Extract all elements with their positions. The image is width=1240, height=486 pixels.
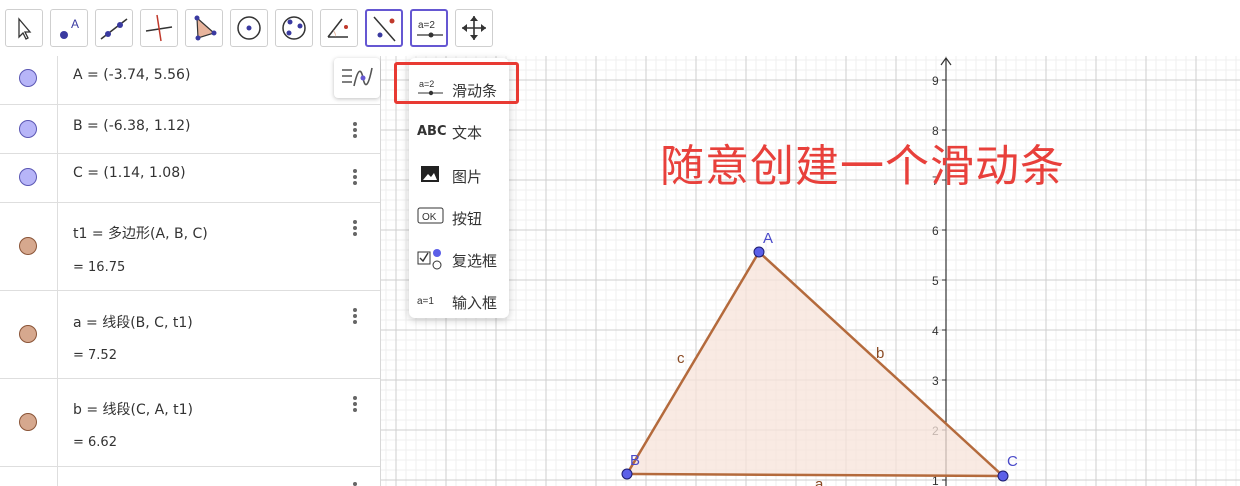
circle-center-point-tool[interactable] <box>230 9 268 47</box>
line-tool[interactable] <box>95 9 133 47</box>
algebra-text: A = (-3.74, 5.56) <box>73 67 191 83</box>
point-c <box>997 470 1009 482</box>
row-marker <box>0 379 58 466</box>
cursor-arrow-icon <box>18 17 32 40</box>
angle-tool[interactable] <box>320 9 358 47</box>
row-marker <box>0 467 58 486</box>
visibility-toggle-a[interactable] <box>19 69 37 87</box>
algebra-row-point-c[interactable]: C = (1.14, 1.08) <box>0 154 380 203</box>
reflect-icon <box>373 16 396 42</box>
input-box-icon: a=1 <box>417 296 434 307</box>
row-marker <box>0 105 58 153</box>
segment-label-b: b <box>876 345 884 362</box>
algebra-row-polygon-t1[interactable]: t1 = 多边形(A, B, C) = 16.75 <box>0 203 380 291</box>
angle-icon <box>327 18 348 38</box>
point-tool[interactable]: A <box>50 9 88 47</box>
row-marker <box>0 56 58 104</box>
menu-item-label: 输入框 <box>452 294 498 312</box>
menu-item-image[interactable]: 图片 <box>409 154 509 194</box>
toolbar: A a=2 <box>0 0 1240 57</box>
svg-text:OK: OK <box>422 212 437 223</box>
text-abc-icon: ABC <box>417 124 447 139</box>
svg-text:A: A <box>71 17 79 31</box>
svg-text:a=2: a=2 <box>418 20 435 31</box>
more-options-icon[interactable] <box>349 121 361 139</box>
algebra-row-point-a[interactable]: A = (-3.74, 5.56) <box>0 56 380 105</box>
menu-item-button[interactable]: OK 按钮 <box>409 196 509 236</box>
visibility-toggle-segment-a[interactable] <box>19 325 37 343</box>
point-icon: A <box>60 17 79 39</box>
polygon-tool[interactable] <box>185 9 223 47</box>
graphing-icon <box>342 67 373 87</box>
more-options-icon[interactable] <box>349 307 361 325</box>
menu-item-label: 复选框 <box>452 252 498 270</box>
point-a <box>753 246 765 258</box>
move-arrows-icon <box>462 16 486 40</box>
more-options-icon[interactable] <box>349 168 361 186</box>
algebra-row-segment-b[interactable]: b = 线段(C, A, t1) = 6.62 <box>0 379 380 467</box>
menu-item-label: 文本 <box>452 124 483 142</box>
move-tool[interactable] <box>5 9 43 47</box>
algebra-row-point-b[interactable]: B = (-6.38, 1.12) <box>0 105 380 154</box>
menu-item-text[interactable]: ABC 文本 <box>409 110 509 150</box>
graphics-canvas[interactable]: 123456789abcABC <box>381 56 1240 486</box>
more-options-icon[interactable] <box>349 481 361 486</box>
algebra-text: b = 线段(C, A, t1) <box>73 402 193 418</box>
menu-item-checkbox[interactable]: 复选框 <box>409 238 509 278</box>
algebra-text: C = (1.14, 1.08) <box>73 165 186 181</box>
y-tick-label: 4 <box>932 324 939 338</box>
slider-tool[interactable]: a=2 <box>410 9 448 47</box>
reflect-tool[interactable] <box>365 9 403 47</box>
segment-label-c: c <box>677 350 685 367</box>
point-label-b: B <box>630 452 640 469</box>
instruction-annotation: 随意创建一个滑动条 <box>660 141 1065 192</box>
perpendicular-icon <box>145 14 173 42</box>
svg-text:ABC: ABC <box>417 124 447 139</box>
y-tick-label: 3 <box>932 374 939 388</box>
row-marker <box>0 154 58 202</box>
graphing-toggle-button[interactable] <box>334 58 380 98</box>
algebra-text: B = (-6.38, 1.12) <box>73 118 191 134</box>
circle-three-points-tool[interactable] <box>275 9 313 47</box>
segment-label-a: a <box>815 476 824 486</box>
algebra-row-segment-a[interactable]: a = 线段(B, C, t1) = 7.52 <box>0 291 380 379</box>
point-label-c: C <box>1007 453 1018 470</box>
image-icon <box>421 166 439 182</box>
menu-item-label: 图片 <box>452 168 483 186</box>
algebra-row-partial[interactable] <box>0 467 380 486</box>
point-b <box>621 468 633 480</box>
circle-center-icon <box>237 16 261 40</box>
algebra-value: = 16.75 <box>73 260 126 275</box>
row-marker <box>0 203 58 290</box>
visibility-toggle-c[interactable] <box>19 168 37 186</box>
y-tick-label: 5 <box>932 274 939 288</box>
algebra-value: = 7.52 <box>73 348 117 363</box>
algebra-text: a = 线段(B, C, t1) <box>73 315 193 331</box>
visibility-toggle-b[interactable] <box>19 120 37 138</box>
y-tick-label: 6 <box>932 224 939 238</box>
algebra-text: t1 = 多边形(A, B, C) <box>73 226 208 242</box>
graphics-view[interactable]: 123456789abcABC <box>381 56 1240 486</box>
button-ok-icon: OK <box>417 207 444 224</box>
menu-item-input-box[interactable]: a=1 输入框 <box>409 280 509 320</box>
visibility-toggle-t1[interactable] <box>19 237 37 255</box>
point-label-a: A <box>763 230 773 247</box>
visibility-toggle-segment-b[interactable] <box>19 413 37 431</box>
perpendicular-line-tool[interactable] <box>140 9 178 47</box>
more-options-icon[interactable] <box>349 395 361 413</box>
svg-text:a=1: a=1 <box>417 296 434 307</box>
y-tick-label: 9 <box>932 74 939 88</box>
more-options-icon[interactable] <box>349 219 361 237</box>
slider-highlight-box <box>394 62 519 104</box>
algebra-view: A = (-3.74, 5.56) B = (-6.38, 1.12) C = … <box>0 56 381 486</box>
move-graphics-view-tool[interactable] <box>455 9 493 47</box>
polygon-icon <box>194 15 217 41</box>
slider-icon: a=2 <box>417 20 443 38</box>
line-icon <box>100 18 128 40</box>
row-marker <box>0 291 58 378</box>
checkbox-icon <box>417 249 442 270</box>
circle-three-points-icon <box>282 16 306 40</box>
algebra-value: = 6.62 <box>73 435 117 450</box>
menu-item-label: 按钮 <box>452 210 483 228</box>
